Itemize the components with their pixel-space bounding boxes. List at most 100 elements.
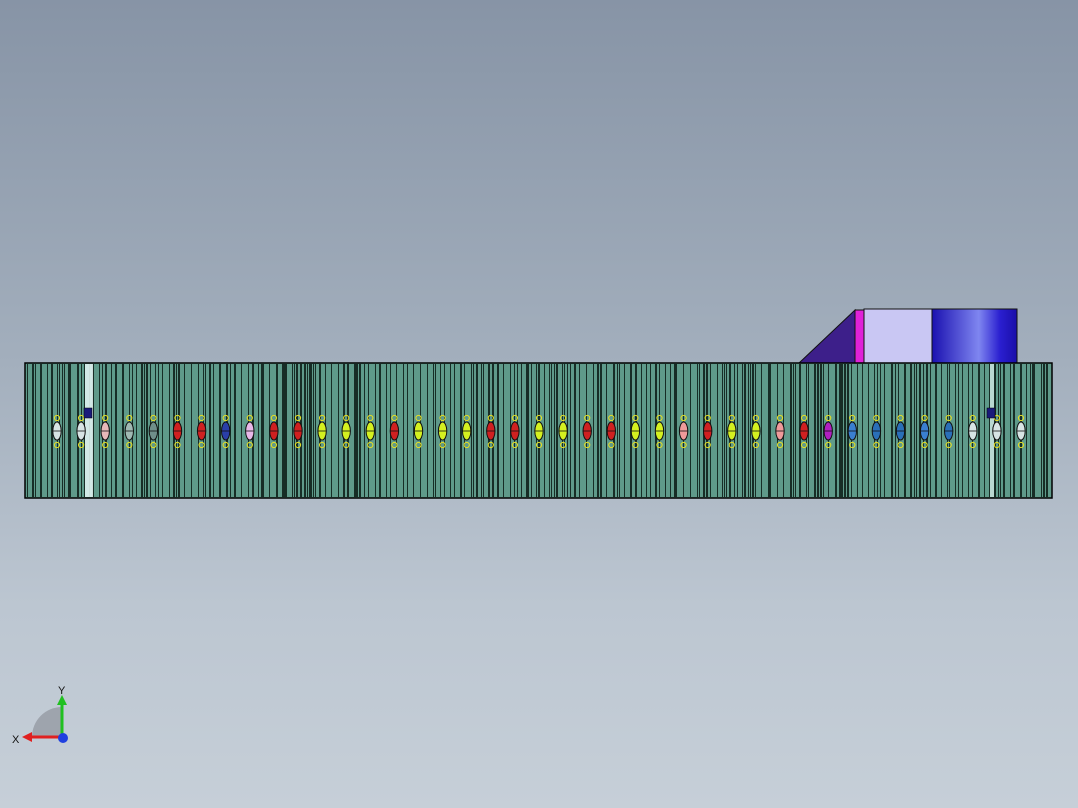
body-stripe — [146, 364, 148, 497]
body-stripe — [835, 364, 837, 497]
body-stripe — [435, 364, 436, 497]
body-stripe — [40, 364, 42, 497]
body-stripe — [597, 364, 599, 497]
body-stripe — [1003, 364, 1005, 497]
body-stripe — [122, 364, 124, 497]
body-stripe — [213, 364, 214, 497]
body-stripe — [724, 364, 725, 497]
body-stripe — [1026, 364, 1027, 497]
body-stripe — [481, 364, 482, 497]
body-stripe — [770, 364, 771, 497]
body-stripe — [670, 364, 671, 497]
body-stripe — [624, 364, 625, 497]
body-stripe — [407, 364, 408, 497]
body-stripe — [817, 364, 819, 497]
body-stripe — [978, 364, 980, 497]
body-stripe — [136, 364, 137, 497]
body-stripe — [115, 364, 117, 497]
body-stripe — [356, 364, 358, 497]
body-stripe — [748, 364, 749, 497]
housing-magenta-strip — [854, 309, 865, 365]
body-stripe — [717, 364, 718, 497]
body-stripe — [930, 364, 931, 497]
body-stripe — [742, 364, 743, 497]
body-stripe — [1041, 364, 1042, 497]
body-stripe — [162, 364, 163, 497]
left-end-block — [83, 407, 93, 419]
body-stripe — [70, 364, 71, 497]
body-stripe — [768, 364, 770, 497]
body-stripe — [219, 364, 221, 497]
body-stripe — [641, 364, 642, 497]
triad-plane-shadow — [32, 707, 62, 737]
body-stripe — [450, 364, 451, 497]
body-stripe — [64, 364, 65, 497]
body-stripe — [364, 364, 365, 497]
housing-blue-block — [931, 308, 1018, 365]
body-stripe — [433, 364, 434, 497]
body-stripe — [619, 364, 620, 497]
graphics-viewport[interactable]: Y X — [0, 0, 1078, 808]
body-highlight-left — [85, 364, 93, 497]
body-stripe — [454, 364, 455, 497]
body-stripe — [47, 364, 48, 497]
body-stripe — [844, 364, 846, 497]
body-stripe — [313, 364, 314, 497]
body-stripe — [286, 364, 287, 497]
body-stripe — [62, 364, 63, 497]
body-stripe — [857, 364, 858, 497]
body-stripe — [68, 364, 70, 497]
body-stripe — [158, 364, 159, 497]
body-stripe — [1030, 364, 1031, 497]
body-stripe — [292, 364, 293, 497]
body-stripe — [1043, 364, 1045, 497]
body-stripe — [722, 364, 723, 497]
body-stripe — [570, 364, 571, 497]
body-stripe — [795, 364, 796, 497]
body-stripe — [841, 364, 843, 497]
body-stripe — [884, 364, 885, 497]
body-stripe — [315, 364, 316, 497]
body-stripe — [935, 364, 937, 497]
body-stripe — [282, 364, 284, 497]
body-stripe — [579, 364, 580, 497]
assembly-model[interactable] — [24, 308, 1053, 499]
body-stripe — [528, 364, 529, 497]
body-stripe — [790, 364, 792, 497]
model-view[interactable] — [0, 0, 1078, 808]
body-stripe — [737, 364, 738, 497]
x-axis-arrow — [22, 732, 32, 742]
body-stripe — [526, 364, 528, 497]
body-stripe — [427, 364, 428, 497]
body-stripe — [1046, 364, 1048, 497]
body-stripe — [497, 364, 499, 497]
body-stripe — [676, 364, 677, 497]
body-stripe — [989, 364, 990, 497]
body-stripe — [868, 364, 869, 497]
body-stripe — [184, 364, 185, 497]
body-stripe — [1013, 364, 1015, 497]
body-stripe — [386, 364, 387, 497]
body-stripe — [593, 364, 594, 497]
body-stripe — [531, 364, 532, 497]
body-stripe — [674, 364, 676, 497]
body-stripe — [1034, 364, 1035, 497]
body-stripe — [962, 364, 963, 497]
body-stripe — [955, 364, 956, 497]
y-axis-label: Y — [58, 685, 66, 697]
body-stripe — [726, 364, 727, 497]
body-stripe — [699, 364, 700, 497]
body-stripe — [617, 364, 618, 497]
body-stripe — [941, 364, 942, 497]
body-stripe — [403, 364, 404, 497]
body-stripe — [284, 364, 286, 497]
body-stripe — [331, 364, 332, 497]
body-stripe — [916, 364, 917, 497]
body-stripe — [169, 364, 170, 497]
body-stripe — [307, 364, 308, 497]
body-stripe — [551, 364, 552, 497]
body-stripe — [359, 364, 361, 497]
housing-ramp — [796, 308, 856, 365]
body-stripe — [646, 364, 647, 497]
body-stripe — [309, 364, 311, 497]
